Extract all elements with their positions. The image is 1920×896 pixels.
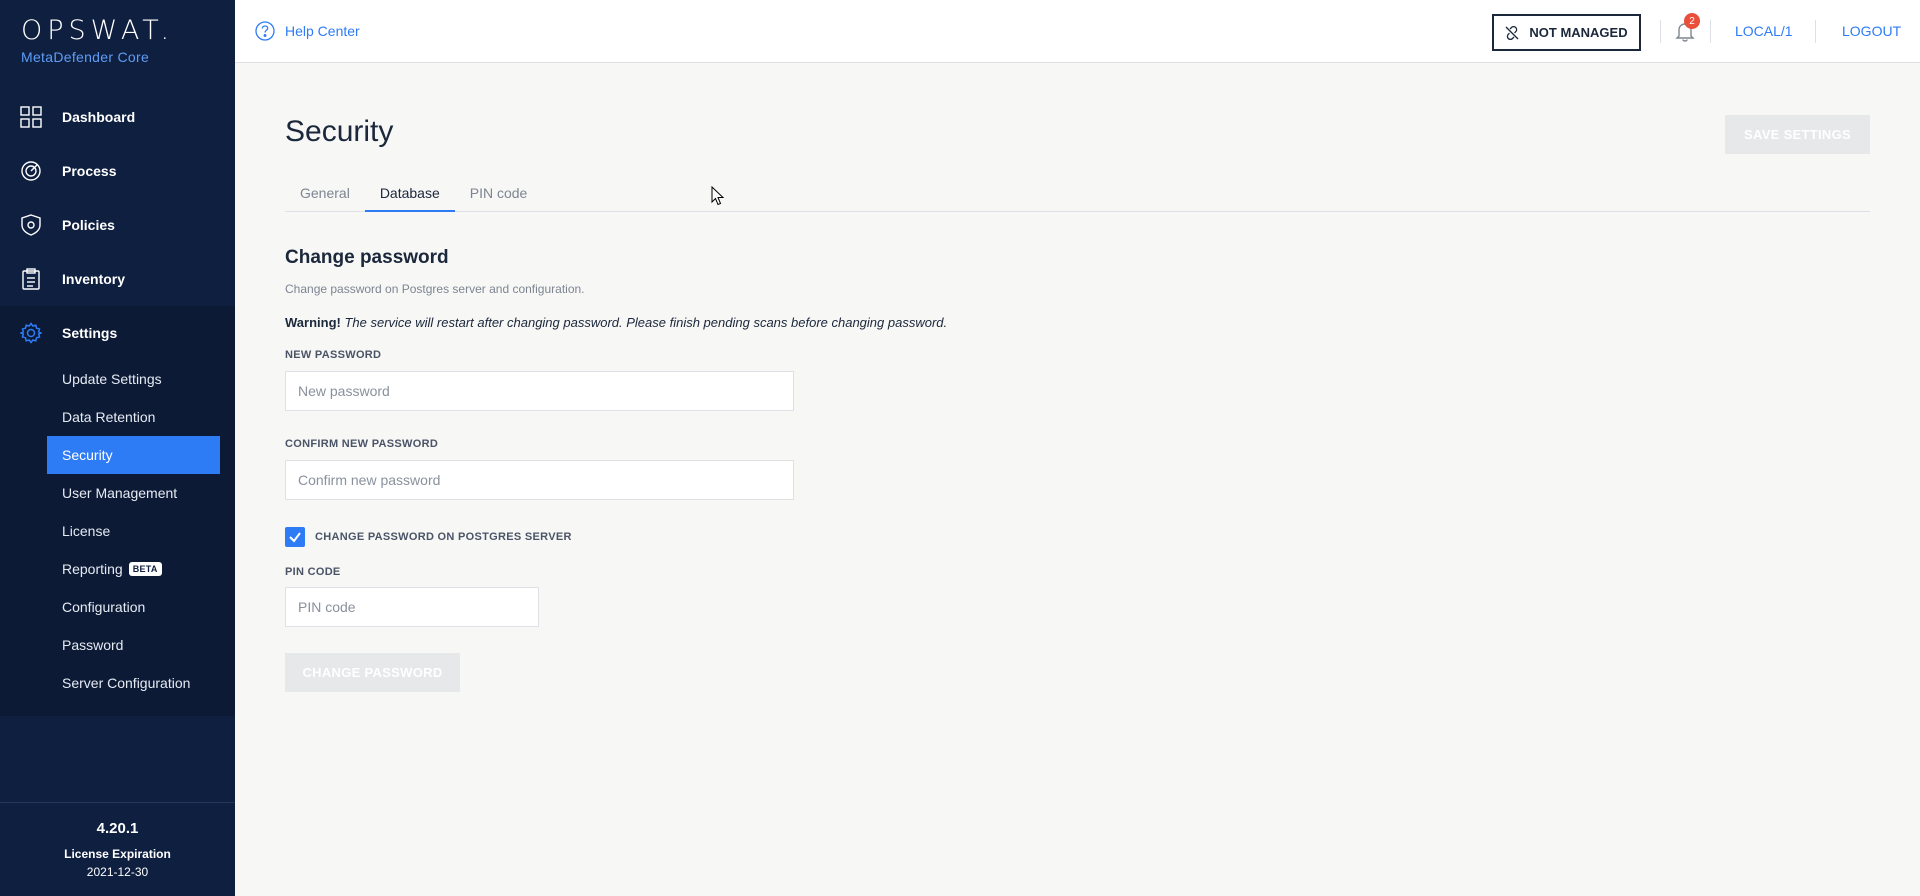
sidebar-item-user-management[interactable]: User Management [0, 474, 235, 512]
page-title: Security [285, 115, 394, 148]
logo-wordmark: OPSWAT. [21, 15, 175, 46]
sidebar-footer: 4.20.1 License Expiration 2021-12-30 [0, 802, 235, 896]
nav-item-inventory[interactable]: Inventory [0, 252, 235, 306]
divider [1815, 20, 1816, 43]
divider [1660, 20, 1661, 43]
confirm-password-input[interactable] [285, 460, 794, 500]
logout-link[interactable]: LOGOUT [1842, 23, 1901, 39]
license-expiration-date: 2021-12-30 [86, 865, 149, 879]
policies-icon [20, 214, 42, 236]
tab-bar: General Database PIN code [285, 180, 1870, 212]
change-password-button[interactable]: CHANGE PASSWORD [285, 653, 460, 692]
unlink-icon [1505, 25, 1519, 40]
license-expiration-label: License Expiration [64, 847, 171, 861]
product-name: MetaDefender Core [21, 49, 150, 65]
nav-item-label: Dashboard [62, 109, 136, 125]
change-on-postgres-checkbox-row[interactable]: CHANGE PASSWORD ON POSTGRES SERVER [285, 527, 572, 547]
sidebar-item-data-retention[interactable]: Data Retention [0, 398, 235, 436]
confirm-password-label: CONFIRM NEW PASSWORD [285, 438, 439, 450]
pin-code-input[interactable] [285, 587, 539, 627]
user-account-link[interactable]: LOCAL/1 [1735, 23, 1793, 39]
process-icon [20, 160, 42, 182]
not-managed-button[interactable]: NOT MANAGED [1492, 14, 1641, 51]
nav-item-label: Inventory [62, 271, 126, 287]
nav-item-settings[interactable]: Settings [0, 306, 235, 360]
sidebar-item-label: Reporting [62, 561, 123, 577]
nav-item-label: Process [62, 163, 117, 179]
new-password-label: NEW PASSWORD [285, 349, 382, 361]
section-title: Change password [285, 247, 449, 268]
divider [1710, 20, 1711, 43]
change-on-postgres-label: CHANGE PASSWORD ON POSTGRES SERVER [315, 531, 572, 543]
top-bar: Help Center NOT MANAGED 2 LOCAL/1 LOGOUT [235, 0, 1920, 63]
settings-group: Settings Update Settings Data Retention … [0, 306, 235, 716]
mouse-cursor-icon [711, 186, 725, 206]
nav-item-policies[interactable]: Policies [0, 198, 235, 252]
warning-text: The service will restart after changing … [340, 315, 948, 330]
section-description: Change password on Postgres server and c… [285, 282, 585, 296]
version-label: 4.20.1 [96, 820, 139, 837]
inventory-icon [20, 268, 42, 290]
nav-item-dashboard[interactable]: Dashboard [0, 90, 235, 144]
help-center-link[interactable]: Help Center [255, 21, 360, 41]
sidebar-item-reporting[interactable]: Reporting BETA [0, 550, 235, 588]
dashboard-icon [20, 106, 42, 128]
sidebar-item-license[interactable]: License [0, 512, 235, 550]
help-center-label: Help Center [285, 23, 360, 39]
sidebar-item-password[interactable]: Password [0, 626, 235, 664]
beta-badge: BETA [128, 562, 162, 576]
warning-label: Warning! [285, 315, 341, 330]
logo[interactable]: OPSWAT. MetaDefender Core [0, 0, 235, 90]
help-icon [255, 21, 275, 41]
tab-general[interactable]: General [285, 180, 365, 212]
sidebar-item-server-configuration[interactable]: Server Configuration [0, 664, 235, 702]
save-settings-button[interactable]: SAVE SETTINGS [1725, 115, 1870, 154]
pin-code-label: PIN CODE [285, 566, 341, 578]
tab-database[interactable]: Database [364, 180, 455, 212]
sidebar-item-configuration[interactable]: Configuration [0, 588, 235, 626]
change-on-postgres-checkbox[interactable] [285, 527, 305, 547]
nav-item-label: Settings [62, 325, 118, 341]
tab-pin-code[interactable]: PIN code [455, 180, 543, 212]
nav-item-label: Policies [62, 217, 115, 233]
sidebar-item-update-settings[interactable]: Update Settings [0, 360, 235, 398]
new-password-input[interactable] [285, 371, 794, 411]
notification-count-badge: 2 [1684, 13, 1700, 29]
warning-message: Warning! The service will restart after … [285, 315, 947, 330]
nav-item-process[interactable]: Process [0, 144, 235, 198]
sidebar-item-security[interactable]: Security [47, 436, 220, 474]
sidebar: OPSWAT. MetaDefender Core Dashboard Proc… [0, 0, 235, 896]
not-managed-label: NOT MANAGED [1529, 25, 1628, 40]
checkmark-icon [289, 532, 301, 543]
settings-icon [20, 322, 42, 344]
